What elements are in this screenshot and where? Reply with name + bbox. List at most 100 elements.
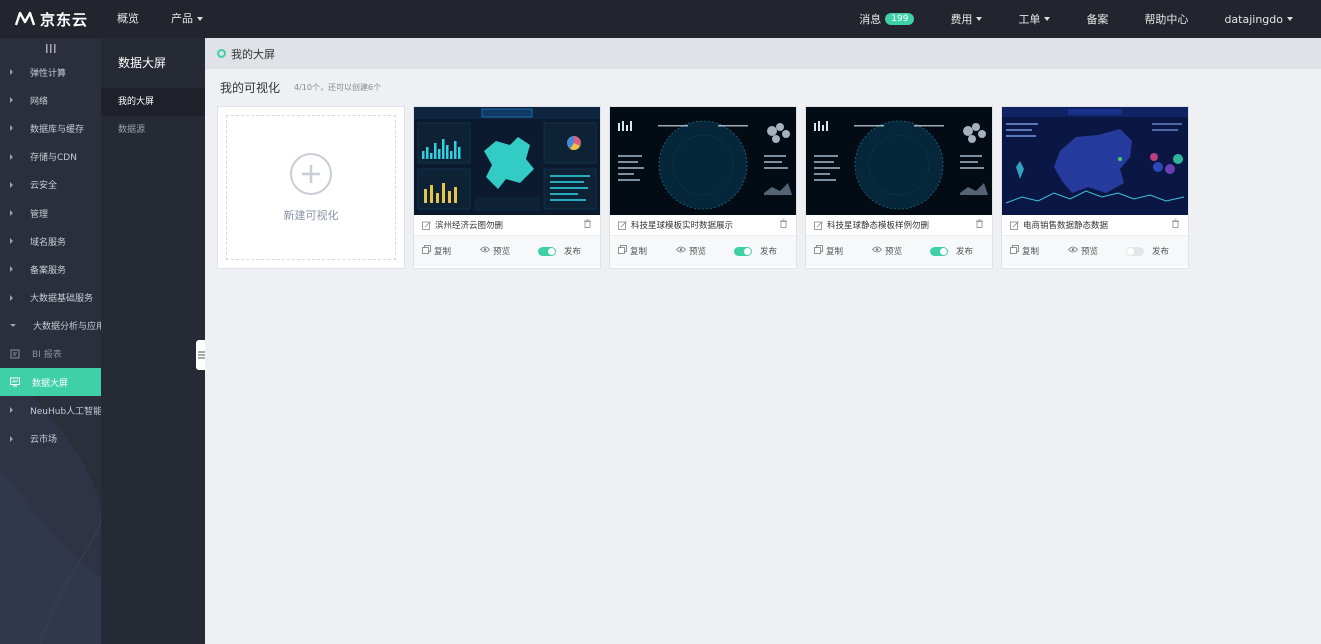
card-title: 滨州经济云图勿删: [435, 221, 504, 231]
dashboard-thumbnail[interactable]: [610, 107, 796, 215]
sidebar-item-neuhub[interactable]: NeuHub人工智能: [0, 396, 101, 424]
preview-button[interactable]: 预览: [675, 245, 734, 257]
billing-label: 费用: [950, 13, 973, 26]
filing-link[interactable]: 备案: [1068, 11, 1126, 27]
user-name: datajingdo: [1224, 12, 1283, 26]
sidebar-item-bigdata-analytics[interactable]: 大数据分析与应用: [0, 312, 101, 340]
copy-label: 复制: [826, 247, 844, 257]
edit-icon[interactable]: [422, 220, 431, 230]
card-actions: 复制 预览 发布: [610, 236, 796, 266]
card-actions: 复制 预览 发布: [806, 236, 992, 266]
jdcloud-logo-icon: [14, 11, 36, 26]
publish-label: 发布: [956, 247, 974, 257]
tickets-menu[interactable]: 工单: [1000, 11, 1068, 27]
dashboard-thumbnail[interactable]: [1002, 107, 1188, 215]
publish-toggle[interactable]: 发布: [1126, 245, 1169, 257]
sidebar-item-bi-report[interactable]: BI 报表: [0, 340, 101, 368]
sidebar-collapse-handle[interactable]: [0, 38, 101, 58]
copy-button[interactable]: 复制: [422, 245, 480, 257]
sidebar-item-filing[interactable]: 备案服务: [0, 255, 101, 283]
logo-text: 京东云: [40, 10, 89, 29]
messages-link[interactable]: 消息 199: [841, 11, 932, 27]
sidebar-item-database[interactable]: 数据库与缓存: [0, 114, 101, 142]
copy-button[interactable]: 复制: [814, 245, 872, 257]
publish-switch[interactable]: [538, 246, 556, 256]
sidebar-item-label: 大数据分析与应用: [33, 322, 101, 333]
publish-switch[interactable]: [930, 246, 948, 256]
sidebar-item-cloud-security[interactable]: 云安全: [0, 171, 101, 199]
sidebar-item-label: 存储与CDN: [30, 153, 77, 164]
copy-button[interactable]: 复制: [1010, 245, 1068, 257]
chevron-right-icon: [10, 69, 13, 76]
preview-button[interactable]: 预览: [1067, 245, 1126, 257]
top-bar: 京东云 概览 产品 消息 199 费用 工单 备案 帮助中心 datajingd…: [0, 0, 1321, 38]
preview-button[interactable]: 预览: [871, 245, 930, 257]
eye-icon: [1067, 246, 1079, 256]
secondary-sidebar: 数据大屏 我的大屏 数据源: [101, 38, 205, 644]
sidebar-item-data-screen[interactable]: 数据大屏: [0, 368, 101, 397]
card-title: 科技星球模板实时数据展示: [631, 221, 734, 231]
nav-products-label: 产品: [171, 12, 193, 25]
publish-toggle[interactable]: 发布: [930, 245, 973, 257]
trash-icon[interactable]: [779, 219, 788, 231]
sidebar-item-storage-cdn[interactable]: 存储与CDN: [0, 143, 101, 171]
dashboard-thumbnail[interactable]: [806, 107, 992, 215]
chevron-right-icon: [10, 294, 13, 301]
section-title: 我的可视化: [220, 80, 281, 95]
copy-icon: [1010, 245, 1019, 257]
publish-toggle[interactable]: 发布: [734, 245, 777, 257]
user-menu[interactable]: datajingdo: [1206, 13, 1311, 26]
edit-icon[interactable]: [814, 220, 823, 230]
card-actions: 复制 预览 发布: [414, 236, 600, 266]
list-toggle-icon: [197, 351, 205, 359]
edit-icon[interactable]: [1010, 220, 1019, 230]
chevron-right-icon: [10, 125, 13, 132]
secondary-item-my-screens[interactable]: 我的大屏: [101, 88, 205, 116]
trash-icon[interactable]: [583, 219, 592, 231]
chevron-right-icon: [10, 407, 13, 414]
nav-overview[interactable]: 概览: [101, 0, 155, 38]
secondary-item-data-source[interactable]: 数据源: [101, 116, 205, 144]
card-title-row: 滨州经济云图勿删: [414, 215, 600, 236]
chevron-down-icon: [1044, 17, 1051, 21]
preview-button[interactable]: 预览: [479, 245, 538, 257]
nav-products[interactable]: 产品: [155, 0, 219, 38]
preview-label: 预览: [689, 247, 707, 257]
publish-switch[interactable]: [1126, 246, 1144, 256]
billing-menu[interactable]: 费用: [932, 11, 1000, 27]
chevron-down-icon: [1287, 17, 1293, 21]
preview-label: 预览: [1081, 247, 1099, 257]
sidebar-item-elastic-compute[interactable]: 弹性计算: [0, 58, 101, 86]
trash-icon[interactable]: [1171, 219, 1180, 231]
sidebar-item-marketplace[interactable]: 云市场: [0, 424, 101, 452]
sidebar-item-bigdata-base[interactable]: 大数据基础服务: [0, 284, 101, 312]
trash-icon[interactable]: [975, 219, 984, 231]
publish-toggle[interactable]: 发布: [538, 245, 581, 257]
sidebar-item-label: 大数据基础服务: [30, 294, 94, 305]
dashboard-thumbnail[interactable]: [414, 107, 600, 215]
preview-label: 预览: [493, 247, 511, 257]
card-title-row: 电商销售数据静态数据: [1002, 215, 1188, 236]
copy-label: 复制: [434, 247, 452, 257]
copy-button[interactable]: 复制: [618, 245, 676, 257]
logo[interactable]: 京东云: [0, 0, 101, 38]
card-title: 电商销售数据静态数据: [1023, 221, 1109, 231]
chevron-right-icon: [10, 266, 13, 273]
publish-switch[interactable]: [734, 246, 752, 256]
copy-label: 复制: [1022, 247, 1040, 257]
chevron-right-icon: [10, 97, 13, 104]
secondary-sidebar-title: 数据大屏: [118, 56, 167, 70]
sidebar-item-management[interactable]: 管理: [0, 199, 101, 227]
edit-icon[interactable]: [618, 220, 627, 230]
copy-icon: [422, 245, 431, 257]
sidebar-item-network[interactable]: 网络: [0, 86, 101, 114]
card-title-row: 科技星球静态模板样例勿删: [806, 215, 992, 236]
help-center-link[interactable]: 帮助中心: [1126, 11, 1206, 27]
eye-icon: [871, 246, 883, 256]
new-card-dashed-area: 新建可视化: [226, 115, 396, 260]
chevron-right-icon: [10, 435, 13, 442]
new-visualization-card[interactable]: 新建可视化: [217, 106, 405, 269]
copy-icon: [814, 245, 823, 257]
sidebar-item-domain[interactable]: 域名服务: [0, 227, 101, 255]
card-grid: 新建可视化 滨州经济云图勿删 复制 预览 发布 科技星球模板实时数据展示 复制 …: [217, 106, 1189, 269]
